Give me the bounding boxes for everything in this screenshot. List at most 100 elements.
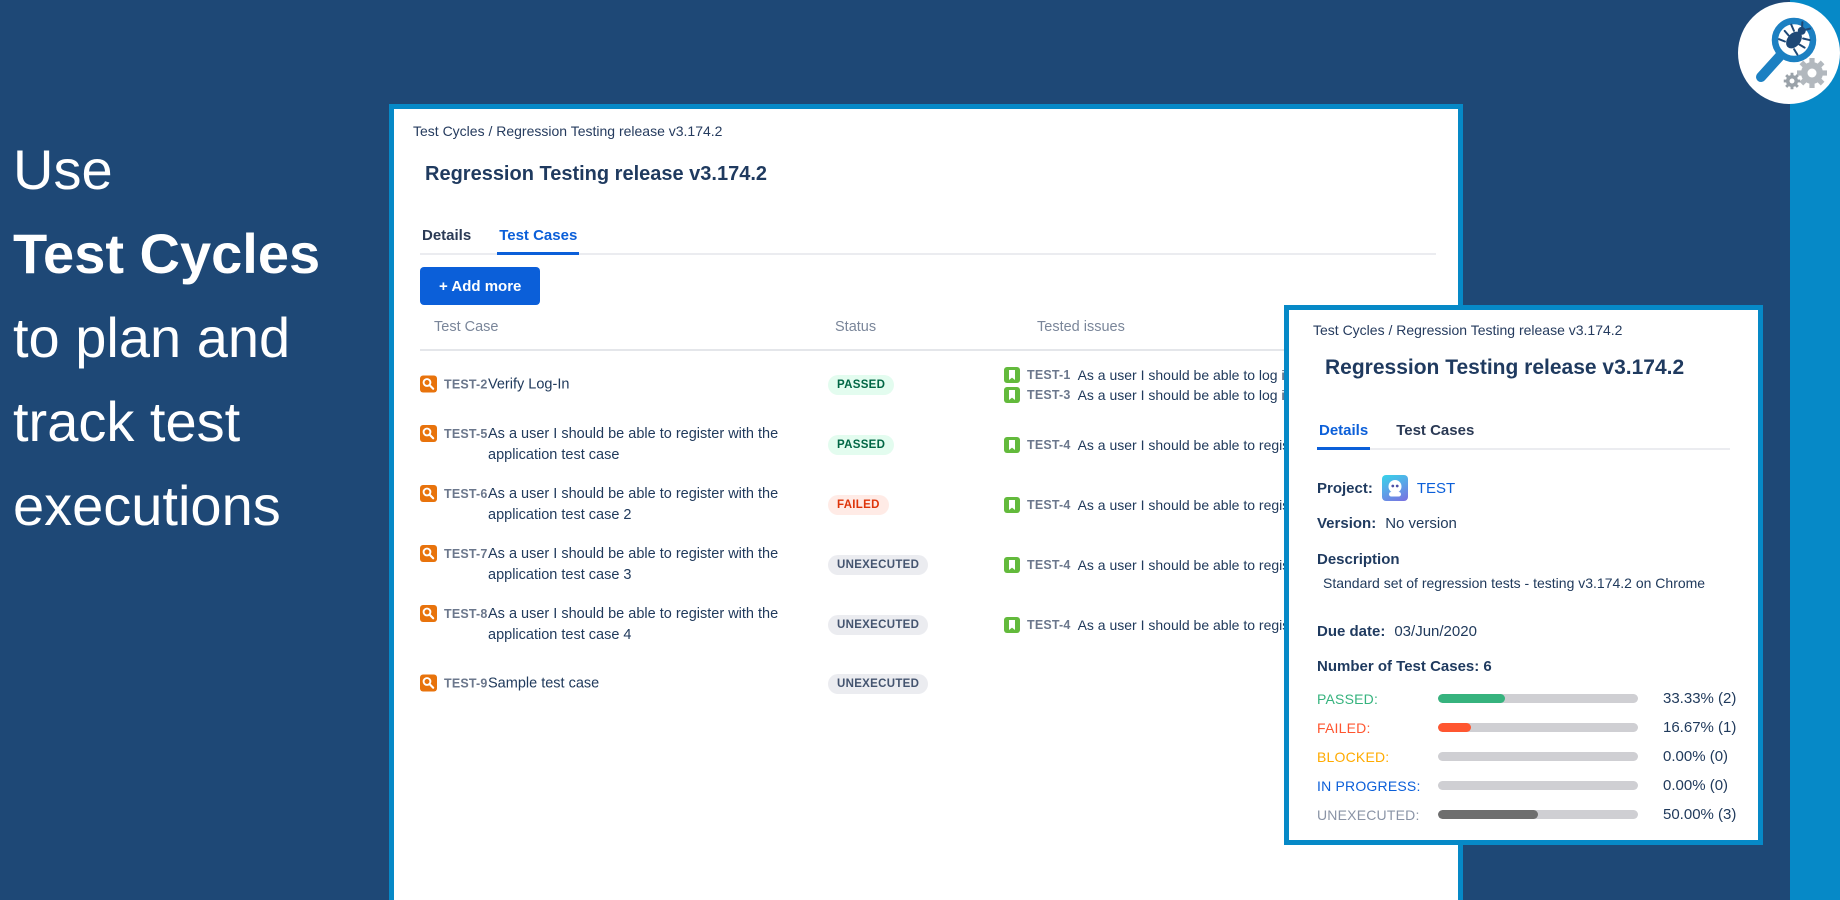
version-value: No version <box>1385 515 1457 532</box>
test-case-key[interactable]: TEST-9 <box>444 677 488 691</box>
headline: Use Test Cycles to plan and track test execu… <box>13 128 320 548</box>
progress-label: PASSED: <box>1317 690 1379 707</box>
tab-details[interactable]: Details <box>420 227 473 253</box>
test-case-icon <box>420 545 437 562</box>
headline-line: Use <box>13 138 113 201</box>
issue-key[interactable]: TEST-4 <box>1027 618 1071 632</box>
test-case-name: Verify Log-In <box>488 376 570 393</box>
issue-key[interactable]: TEST-4 <box>1027 558 1071 572</box>
issue-key[interactable]: TEST-1 <box>1027 368 1071 382</box>
test-case-icon <box>420 425 437 442</box>
tab-test-cases[interactable]: Test Cases <box>497 227 580 255</box>
progress-row: PASSED: 33.33% (2) <box>1317 684 1746 713</box>
status-badge[interactable]: UNEXECUTED <box>828 555 929 575</box>
issue-summary: As a user I should be able to register <box>1077 497 1306 513</box>
gear-icon-small <box>1783 72 1801 90</box>
progress-bar-fill <box>1438 810 1538 819</box>
status-badge[interactable]: PASSED <box>828 435 895 455</box>
progress-value: 50.00% (3) <box>1663 806 1737 823</box>
issue-summary: As a user I should be able to register <box>1077 617 1306 633</box>
test-case-name: Sample test case <box>488 675 600 692</box>
magnifier-bug-logo-icon <box>1738 2 1840 104</box>
progress-value: 33.33% (2) <box>1663 690 1737 707</box>
version-field: Version: No version <box>1317 515 1457 532</box>
progress-bar-track <box>1438 694 1638 703</box>
tested-issues-cell: TEST-1 As a user I should be able to log … <box>1004 365 1292 405</box>
progress-label: UNEXECUTED: <box>1317 806 1420 823</box>
version-label: Version: <box>1317 515 1377 532</box>
test-cycle-details-panel: Test Cycles / Regression Testing release… <box>1284 305 1763 845</box>
test-case-cell: TEST-5 As a user I should be able to regi… <box>420 424 810 466</box>
issue-summary: As a user I should be able to register <box>1077 437 1306 453</box>
test-case-key[interactable]: TEST-6 <box>444 487 488 501</box>
page-title: Regression Testing release v3.174.2 <box>1325 356 1685 379</box>
tested-issue: TEST-4 As a user I should be able to regi… <box>1004 495 1306 515</box>
test-case-key[interactable]: TEST-5 <box>444 427 488 441</box>
due-date-label: Due date: <box>1317 623 1386 640</box>
status-badge[interactable]: FAILED <box>828 495 889 515</box>
project-avatar-icon <box>1381 475 1408 501</box>
test-case-name: As a user I should be able to register w… <box>488 426 779 463</box>
description-value: Standard set of regression tests - testi… <box>1323 575 1706 591</box>
test-case-count: Number of Test Cases: 6 <box>1317 658 1492 675</box>
test-case-cell: TEST-9 Sample test case <box>420 674 810 695</box>
status-badge[interactable]: UNEXECUTED <box>828 674 929 694</box>
tested-issue: TEST-3 As a user I should be able to log … <box>1004 385 1292 405</box>
status-cell: PASSED <box>828 375 895 395</box>
add-more-button[interactable]: + Add more <box>420 267 541 305</box>
status-cell: PASSED <box>828 435 895 455</box>
marketing-slide: Use Test Cycles to plan and track test execu… <box>0 0 1840 900</box>
status-cell: FAILED <box>828 495 889 515</box>
progress-label: IN PROGRESS: <box>1317 777 1421 794</box>
status-cell: UNEXECUTED <box>828 615 929 635</box>
issue-key[interactable]: TEST-4 <box>1027 438 1071 452</box>
status-badge[interactable]: UNEXECUTED <box>828 615 929 635</box>
description-field: Description <box>1317 551 1400 568</box>
story-issue-icon <box>1004 617 1020 633</box>
breadcrumb[interactable]: Test Cycles / Regression Testing release… <box>413 123 722 139</box>
test-case-icon <box>420 375 437 393</box>
issue-key[interactable]: TEST-4 <box>1027 498 1071 512</box>
test-case-icon <box>420 485 437 502</box>
test-case-cell: TEST-2 Verify Log-In <box>420 375 810 396</box>
issue-summary: As a user I should be able to register <box>1077 557 1306 573</box>
progress-value: 0.00% (0) <box>1663 777 1729 794</box>
tested-issue: TEST-1 As a user I should be able to log … <box>1004 365 1292 385</box>
story-issue-icon <box>1004 497 1020 513</box>
progress-label: BLOCKED: <box>1317 748 1390 765</box>
gear-icon <box>1797 58 1827 88</box>
test-case-key[interactable]: TEST-2 <box>444 378 488 392</box>
headline-line: track test <box>13 390 241 453</box>
progress-label: FAILED: <box>1317 719 1371 736</box>
headline-line: to plan and <box>13 306 291 369</box>
overlay-tab-test-cases[interactable]: Test Cases <box>1394 422 1476 448</box>
status-badge[interactable]: PASSED <box>828 375 895 395</box>
project-label: Project: <box>1317 479 1373 497</box>
tested-issues-cell: TEST-4 As a user I should be able to regi… <box>1004 555 1306 575</box>
test-case-key[interactable]: TEST-8 <box>444 607 488 621</box>
progress-bar-track <box>1438 781 1638 790</box>
story-issue-icon <box>1004 367 1020 383</box>
progress-row: IN PROGRESS: 0.00% (0) <box>1317 771 1746 800</box>
progress-bar-track <box>1438 810 1638 819</box>
test-case-key[interactable]: TEST-7 <box>444 547 488 561</box>
issue-summary: As a user I should be able to log in <box>1077 387 1293 403</box>
story-issue-icon <box>1004 557 1020 573</box>
issue-summary: As a user I should be able to log in <box>1077 367 1293 383</box>
tested-issue: TEST-4 As a user I should be able to regi… <box>1004 555 1306 575</box>
overlay-tab-details[interactable]: Details <box>1317 422 1371 450</box>
page-title: Regression Testing release v3.174.2 <box>425 163 768 185</box>
execution-progress: PASSED: 33.33% (2) FAILED: 16.67% (1) BLOCKE… <box>1317 684 1746 829</box>
column-header-status: Status <box>835 319 877 335</box>
column-header-tested-issues: Tested issues <box>1037 319 1125 335</box>
status-cell: UNEXECUTED <box>828 674 929 694</box>
progress-row: UNEXECUTED: 50.00% (3) <box>1317 800 1746 829</box>
test-case-name: As a user I should be able to register w… <box>488 606 779 643</box>
right-accent-strip <box>1790 0 1840 900</box>
project-field: Project: TEST <box>1317 475 1455 501</box>
main-tabs: Details Test Cases <box>420 227 1436 255</box>
breadcrumb[interactable]: Test Cycles / Regression Testing release… <box>1313 322 1622 338</box>
project-link[interactable]: TEST <box>1417 480 1455 497</box>
issue-key[interactable]: TEST-3 <box>1027 388 1071 402</box>
tested-issue: TEST-4 As a user I should be able to regi… <box>1004 615 1306 635</box>
